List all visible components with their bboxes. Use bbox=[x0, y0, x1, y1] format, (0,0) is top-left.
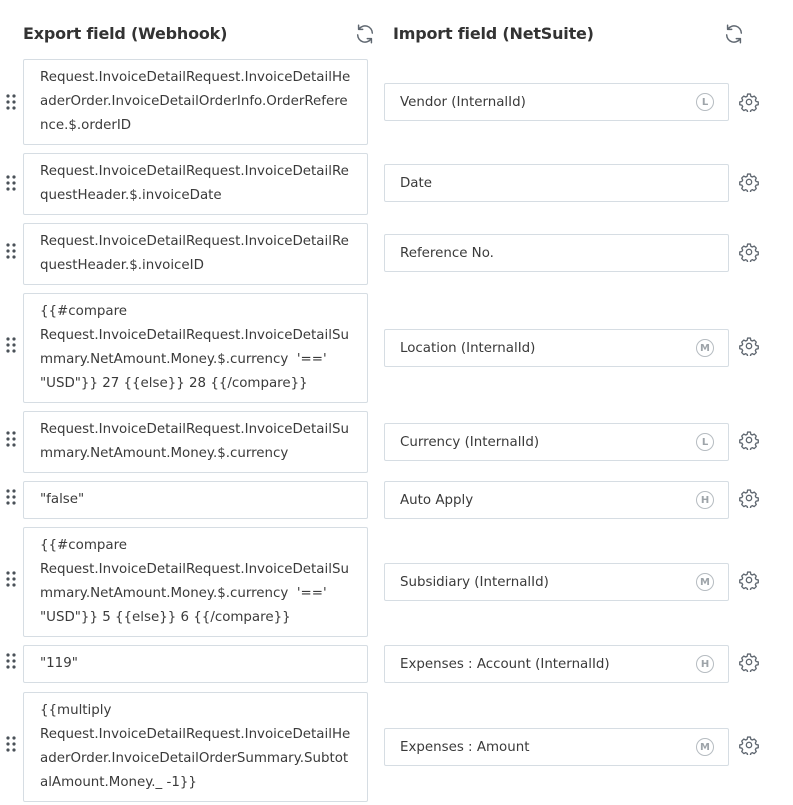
drag-handle-icon[interactable] bbox=[4, 430, 18, 448]
mapping-row: Request.InvoiceDetailRequest.InvoiceDeta… bbox=[0, 59, 793, 145]
gear-icon bbox=[739, 431, 759, 450]
import-field-select[interactable]: Subsidiary (InternalId) M bbox=[384, 563, 729, 601]
multi-badge-icon: M bbox=[696, 573, 714, 591]
export-field-value: {{#compare Request.InvoiceDetailRequest.… bbox=[40, 304, 349, 391]
mapping-row: Request.InvoiceDetailRequest.InvoiceDeta… bbox=[0, 411, 793, 473]
multi-badge-icon: M bbox=[696, 738, 714, 756]
settings-button[interactable] bbox=[738, 241, 760, 263]
export-field-value: {{#compare Request.InvoiceDetailRequest.… bbox=[40, 538, 349, 625]
mapping-row: "false" Auto Apply H bbox=[0, 481, 793, 519]
import-field-value: Reference No. bbox=[400, 245, 494, 261]
mapping-row: {{#compare Request.InvoiceDetailRequest.… bbox=[0, 293, 793, 403]
settings-button[interactable] bbox=[738, 569, 760, 591]
export-field-value: Request.InvoiceDetailRequest.InvoiceDeta… bbox=[40, 70, 351, 133]
gear-icon bbox=[739, 571, 759, 590]
export-field-input[interactable]: {{multiply Request.InvoiceDetailRequest.… bbox=[23, 692, 368, 802]
drag-handle-icon[interactable] bbox=[4, 93, 18, 111]
settings-button[interactable] bbox=[738, 171, 760, 193]
import-field-value: Auto Apply bbox=[400, 492, 474, 508]
import-field-value: Subsidiary (InternalId) bbox=[400, 574, 549, 590]
hardcoded-badge-icon: H bbox=[696, 655, 714, 673]
mapping-row: Request.InvoiceDetailRequest.InvoiceDeta… bbox=[0, 153, 793, 215]
gear-icon bbox=[739, 93, 759, 112]
mapping-list: Request.InvoiceDetailRequest.InvoiceDeta… bbox=[0, 0, 793, 805]
drag-handle-icon[interactable] bbox=[4, 735, 18, 753]
export-field-value: "false" bbox=[40, 492, 85, 507]
drag-handle-icon[interactable] bbox=[4, 242, 18, 260]
drag-handle-icon[interactable] bbox=[4, 488, 18, 506]
import-field-value: Vendor (InternalId) bbox=[400, 94, 526, 110]
lookup-badge-icon: L bbox=[696, 433, 714, 451]
import-field-select[interactable]: Reference No. bbox=[384, 234, 729, 272]
import-field-value: Location (InternalId) bbox=[400, 340, 536, 356]
import-field-value: Expenses : Amount bbox=[400, 739, 530, 755]
gear-icon bbox=[739, 243, 759, 262]
multi-badge-icon: M bbox=[696, 339, 714, 357]
lookup-badge-icon: L bbox=[696, 93, 714, 111]
import-field-select[interactable]: Vendor (InternalId) L bbox=[384, 83, 729, 121]
settings-button[interactable] bbox=[738, 429, 760, 451]
mapping-row: Request.InvoiceDetailRequest.InvoiceDeta… bbox=[0, 223, 793, 285]
gear-icon bbox=[739, 173, 759, 192]
export-field-input[interactable]: {{#compare Request.InvoiceDetailRequest.… bbox=[23, 293, 368, 403]
settings-button[interactable] bbox=[738, 335, 760, 357]
mapping-row: {{multiply Request.InvoiceDetailRequest.… bbox=[0, 692, 793, 802]
export-field-value: Request.InvoiceDetailRequest.InvoiceDeta… bbox=[40, 234, 349, 273]
hardcoded-badge-icon: H bbox=[696, 491, 714, 509]
drag-handle-icon[interactable] bbox=[4, 174, 18, 192]
import-field-select[interactable]: Expenses : Account (InternalId) H bbox=[384, 645, 729, 683]
gear-icon bbox=[739, 653, 759, 672]
import-field-value: Date bbox=[400, 175, 433, 191]
export-field-input[interactable]: Request.InvoiceDetailRequest.InvoiceDeta… bbox=[23, 153, 368, 215]
export-field-input[interactable]: Request.InvoiceDetailRequest.InvoiceDeta… bbox=[23, 411, 368, 473]
import-field-value: Expenses : Account (InternalId) bbox=[400, 656, 610, 672]
settings-button[interactable] bbox=[738, 651, 760, 673]
drag-handle-icon[interactable] bbox=[4, 570, 18, 588]
export-field-value: Request.InvoiceDetailRequest.InvoiceDeta… bbox=[40, 422, 349, 461]
export-field-input[interactable]: {{#compare Request.InvoiceDetailRequest.… bbox=[23, 527, 368, 637]
import-field-select[interactable]: Date bbox=[384, 164, 729, 202]
import-field-select[interactable]: Auto Apply H bbox=[384, 481, 729, 519]
import-field-select[interactable]: Expenses : Amount M bbox=[384, 728, 729, 766]
import-field-select[interactable]: Currency (InternalId) L bbox=[384, 423, 729, 461]
gear-icon bbox=[739, 337, 759, 356]
export-field-value: {{multiply Request.InvoiceDetailRequest.… bbox=[40, 703, 351, 790]
export-field-value: "119" bbox=[40, 656, 78, 671]
drag-handle-icon[interactable] bbox=[4, 336, 18, 354]
export-field-input[interactable]: "119" bbox=[23, 645, 368, 683]
import-field-select[interactable]: Location (InternalId) M bbox=[384, 329, 729, 367]
gear-icon bbox=[739, 489, 759, 508]
export-field-input[interactable]: "false" bbox=[23, 481, 368, 519]
import-field-value: Currency (InternalId) bbox=[400, 434, 540, 450]
settings-button[interactable] bbox=[738, 487, 760, 509]
export-field-input[interactable]: Request.InvoiceDetailRequest.InvoiceDeta… bbox=[23, 59, 368, 145]
mapping-row: {{#compare Request.InvoiceDetailRequest.… bbox=[0, 527, 793, 637]
settings-button[interactable] bbox=[738, 734, 760, 756]
drag-handle-icon[interactable] bbox=[4, 652, 18, 670]
export-field-value: Request.InvoiceDetailRequest.InvoiceDeta… bbox=[40, 164, 349, 203]
settings-button[interactable] bbox=[738, 91, 760, 113]
export-field-input[interactable]: Request.InvoiceDetailRequest.InvoiceDeta… bbox=[23, 223, 368, 285]
gear-icon bbox=[739, 736, 759, 755]
mapping-row: "119" Expenses : Account (InternalId) H bbox=[0, 645, 793, 683]
